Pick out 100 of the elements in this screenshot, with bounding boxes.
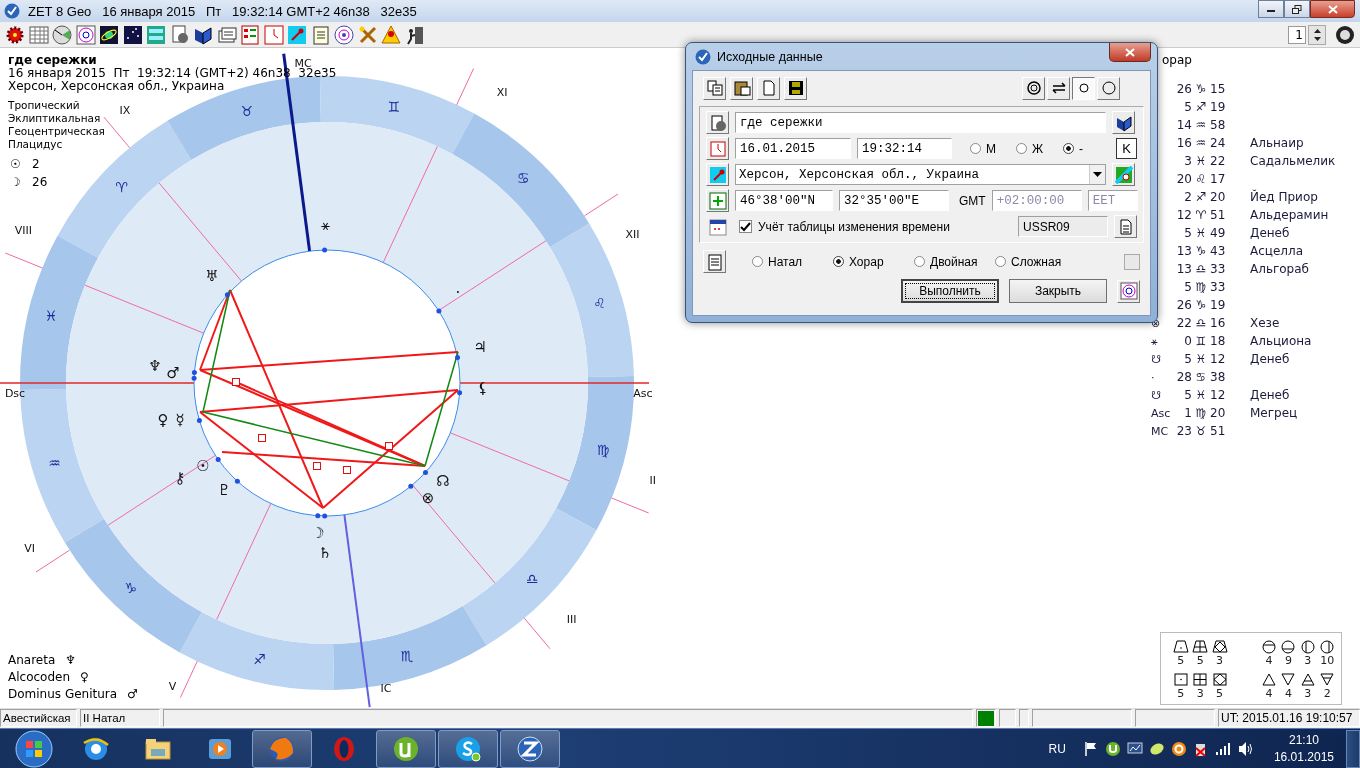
- action-button[interactable]: Закрыть: [1009, 279, 1107, 303]
- sign-symbol: ♒: [1194, 118, 1208, 132]
- time-field[interactable]: 19:32:14: [857, 138, 952, 159]
- copy-icon: [705, 79, 724, 97]
- radio-button[interactable]: [914, 256, 925, 267]
- degree-value: 26: [1175, 82, 1192, 96]
- taskbar-button[interactable]: [500, 729, 560, 768]
- radio-button[interactable]: [970, 143, 981, 154]
- minute-value: 18: [1210, 334, 1227, 348]
- icon-button[interactable]: [784, 76, 807, 100]
- radio-button[interactable]: [995, 256, 1006, 267]
- sign-symbol: ♍: [1194, 280, 1208, 294]
- show-desktop-button[interactable]: [1346, 729, 1360, 768]
- sign-symbol: ♒: [1194, 136, 1208, 150]
- restore-button[interactable]: [1284, 0, 1310, 18]
- phase-value: 26: [32, 175, 48, 189]
- minute-value: 19: [1210, 298, 1227, 312]
- close-icon: [1327, 4, 1338, 14]
- toolbar-button[interactable]: [286, 23, 308, 46]
- square-icon: [1192, 672, 1209, 687]
- zodiac-sign: ♏: [400, 647, 414, 664]
- checkbox[interactable]: [739, 220, 752, 233]
- axis-label: Asc: [633, 387, 653, 400]
- close-button[interactable]: [1310, 0, 1355, 18]
- minute-value: 24: [1210, 136, 1227, 150]
- circle-icon: [1319, 639, 1336, 654]
- planet-marker: [322, 247, 328, 253]
- radio-button[interactable]: [833, 256, 844, 267]
- k-button[interactable]: K: [1116, 138, 1137, 159]
- planet-symbol: ·: [455, 284, 461, 302]
- house-number: V: [168, 679, 177, 693]
- radio-label: Двойная: [930, 254, 978, 269]
- chart-setting: Плацидус: [8, 138, 64, 151]
- radio-button[interactable]: [1063, 143, 1075, 154]
- sign-symbol: ♎: [1194, 262, 1208, 276]
- minute-value: 20: [1210, 190, 1227, 204]
- view-toggle-button[interactable]: [1072, 76, 1095, 100]
- trapezoid-icon: [1192, 639, 1209, 654]
- floppy-icon: [786, 79, 805, 97]
- icon-button[interactable]: [706, 163, 729, 186]
- toolbar-button[interactable]: [121, 23, 144, 46]
- latitude-field[interactable]: 46°38'00"N: [735, 190, 833, 211]
- radio-button[interactable]: [1016, 143, 1027, 154]
- minute-value: 38: [1210, 370, 1227, 384]
- taskbar-button[interactable]: [438, 729, 498, 768]
- sign-symbol: ♓: [1194, 352, 1208, 366]
- status-field: II Натал: [80, 709, 160, 727]
- minute-value: 43: [1210, 244, 1227, 258]
- planet-marker: [423, 469, 428, 475]
- minute-value: 17: [1210, 172, 1227, 186]
- dignity-count: 5: [1196, 654, 1204, 668]
- degree-value: 28: [1175, 370, 1192, 384]
- date-field[interactable]: 16.01.2015: [735, 138, 851, 159]
- triangle-icon: [1260, 672, 1277, 687]
- checkbox-label: Учёт таблицы изменения времени: [758, 219, 950, 234]
- dial-icon: [51, 23, 73, 46]
- degree-value: 13: [1175, 244, 1192, 258]
- chart-place: Херсон, Херсонская обл., Украина: [8, 80, 225, 93]
- icon-button[interactable]: [730, 76, 753, 100]
- icon-button[interactable]: [1112, 111, 1135, 134]
- place-dropdown[interactable]: Херсон, Херсонская обл., Украина: [735, 164, 1106, 185]
- book-icon: [1114, 113, 1133, 132]
- degree-value: 23: [1175, 424, 1192, 438]
- planet-symbol: ⚹: [320, 216, 330, 234]
- name-field[interactable]: где сережки: [735, 112, 1106, 133]
- language-indicator[interactable]: RU: [1048, 741, 1066, 756]
- triangle-icon: [1299, 672, 1316, 687]
- action-button[interactable]: Выполнить: [901, 279, 999, 303]
- axis-label: IC: [380, 682, 392, 695]
- planet-symbol: ⚸: [477, 379, 489, 397]
- radio-button[interactable]: [752, 256, 763, 267]
- clock-time[interactable]: 21:10: [1288, 731, 1319, 749]
- point-symbol: ☋: [1150, 388, 1162, 402]
- list-icon: [239, 23, 261, 46]
- check-icon: [740, 221, 751, 232]
- star-name: Садальмелик: [1250, 154, 1336, 168]
- page-number-field[interactable]: 1: [1288, 25, 1306, 44]
- toolbar-button[interactable]: [98, 23, 120, 46]
- taskbar-button[interactable]: [376, 729, 436, 768]
- degree-value: 2: [1183, 190, 1192, 204]
- spin-button[interactable]: [1308, 24, 1326, 45]
- house-number: XII: [625, 228, 640, 241]
- ruler-symbol: ♀: [80, 669, 89, 684]
- radio-label: М: [986, 141, 996, 156]
- circle-icon: [1260, 639, 1277, 654]
- close-button[interactable]: [1109, 43, 1151, 62]
- degree-value: 5: [1183, 388, 1192, 402]
- minimize-button[interactable]: [1258, 0, 1284, 18]
- degree-value: 5: [1183, 100, 1192, 114]
- clock-date[interactable]: 16.01.2015: [1273, 748, 1334, 766]
- aspect-marker: [313, 462, 321, 470]
- triangle-icon: [1319, 672, 1336, 687]
- toolbar-button[interactable]: [51, 23, 73, 46]
- toolbar-button[interactable]: [333, 23, 355, 46]
- minute-value: 51: [1210, 424, 1227, 438]
- planet-symbol: ♇: [217, 481, 231, 499]
- longitude-field[interactable]: 32°35'00"E: [839, 190, 949, 211]
- minute-value: 16: [1210, 316, 1227, 330]
- aspect-marker: [258, 434, 266, 442]
- minute-value: 15: [1210, 82, 1227, 96]
